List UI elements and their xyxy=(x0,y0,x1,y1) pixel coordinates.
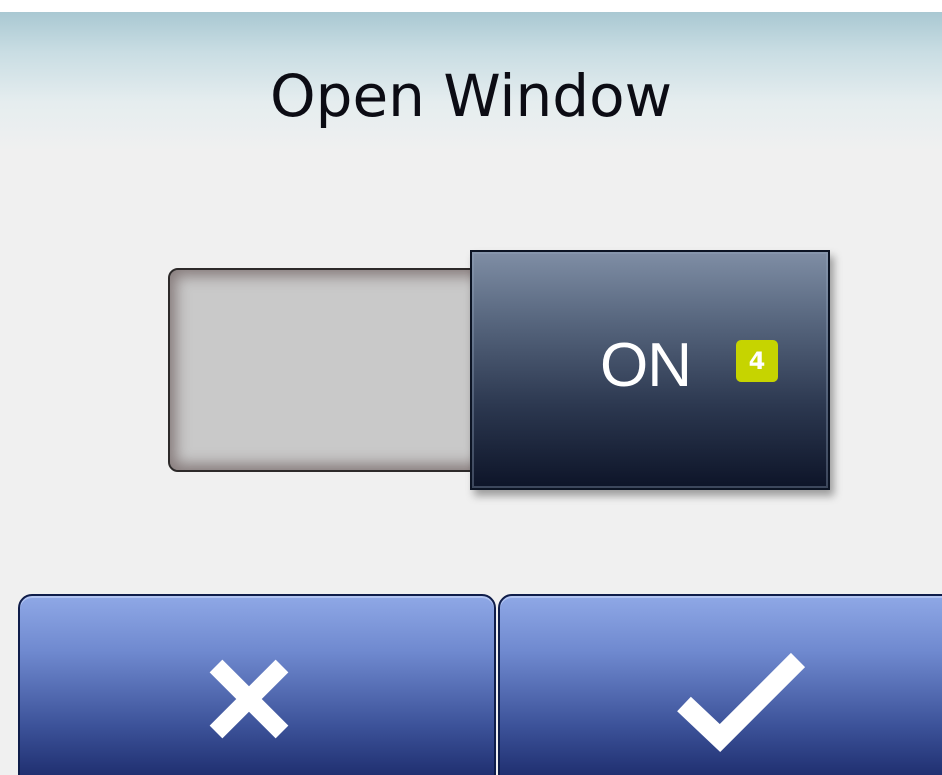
checkmark-icon xyxy=(677,652,806,752)
open-window-screen: Open Window ON 4 xyxy=(0,12,942,775)
toggle-track[interactable] xyxy=(168,268,488,472)
toggle-switch-on[interactable]: ON 4 xyxy=(470,250,830,490)
cancel-button[interactable] xyxy=(18,594,496,775)
confirm-button[interactable] xyxy=(498,594,942,775)
close-icon xyxy=(209,659,289,739)
toggle-state-label: ON xyxy=(600,331,692,400)
page-title: Open Window xyxy=(269,62,673,130)
step-badge: 4 xyxy=(736,340,778,382)
